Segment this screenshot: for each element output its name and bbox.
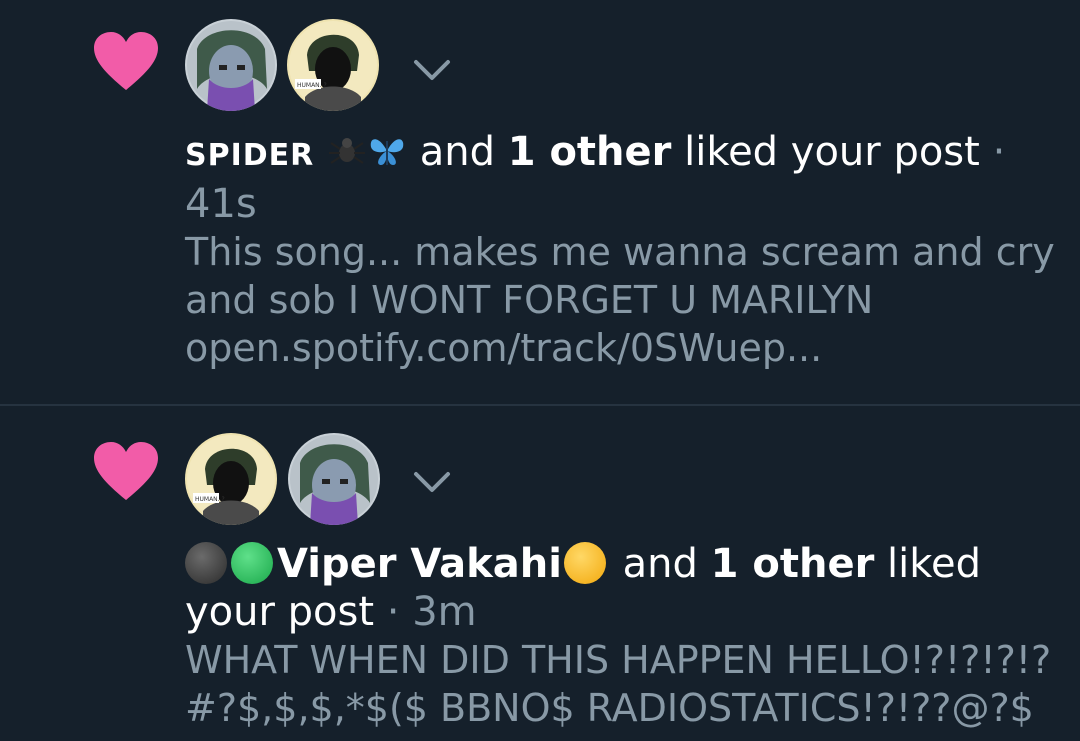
action-suffix: liked your post (684, 129, 980, 175)
others-count[interactable]: 1 other (508, 129, 672, 175)
spider-icon (328, 138, 365, 164)
svg-text:HUMAN..?: HUMAN..? (195, 496, 225, 503)
separator: · (386, 589, 400, 635)
timestamp: 41s (185, 181, 257, 227)
butterfly-icon (370, 139, 404, 165)
user-name[interactable]: SPIDER (185, 138, 314, 173)
notification-item[interactable]: HUMAN..? Viper Vakahi and 1 other liked … (0, 406, 1080, 741)
post-link: open.spotify.com/track/0SWuep... (185, 326, 823, 370)
svg-text:HUMAN..?: HUMAN..? (297, 82, 327, 89)
avatar[interactable]: HUMAN..? (287, 19, 379, 111)
green-circle-icon (231, 542, 273, 584)
action-text: and (419, 129, 495, 175)
action-suffix: liked (887, 541, 982, 587)
post-preview[interactable]: WHAT WHEN DID THIS HAPPEN HELLO!?!?!?!? … (185, 636, 1055, 732)
black-circle-icon (185, 542, 227, 584)
notification-text: Viper Vakahi and 1 other liked your post… (185, 540, 1055, 732)
notification-item[interactable]: HUMAN..? SPIDER and 1 other liked your p… (0, 0, 1080, 406)
avatar[interactable] (185, 19, 277, 111)
notification-headline: SPIDER and 1 other liked your post · 41s (185, 128, 1055, 228)
avatar[interactable] (288, 433, 380, 525)
heart-icon (94, 442, 158, 500)
yellow-circle-icon (563, 542, 606, 584)
timestamp: 3m (412, 589, 477, 635)
action-text: and (622, 541, 698, 587)
others-count[interactable]: 1 other (711, 541, 875, 587)
user-name[interactable]: Viper Vakahi (277, 541, 562, 587)
action-suffix: your post (185, 589, 375, 635)
heart-icon (94, 32, 158, 90)
avatar[interactable]: HUMAN..? (185, 433, 277, 525)
post-preview[interactable]: This song... makes me wanna scream and c… (185, 228, 1055, 372)
notification-text: SPIDER and 1 other liked your post · 41s… (185, 128, 1055, 372)
separator: · (992, 129, 1006, 175)
notification-headline: Viper Vakahi and 1 other liked your post… (185, 540, 1055, 636)
chevron-down-icon[interactable] (408, 52, 456, 88)
chevron-down-icon[interactable] (408, 464, 456, 500)
